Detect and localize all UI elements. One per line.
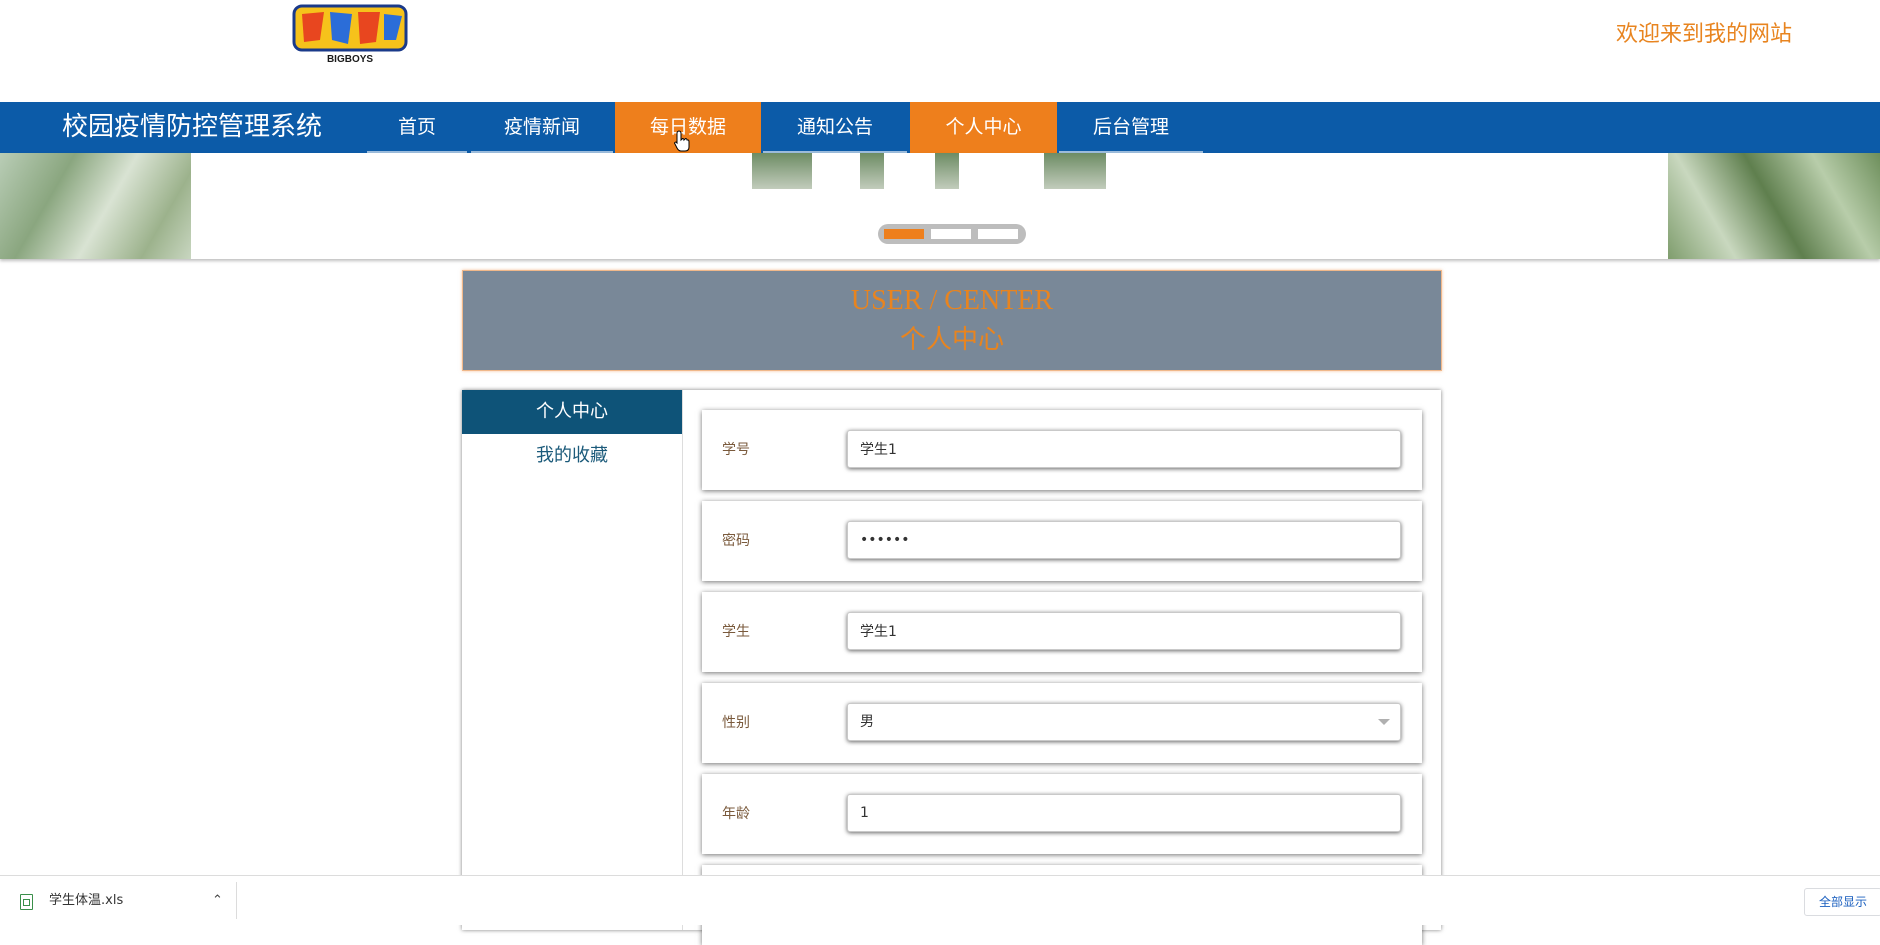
password-input[interactable] xyxy=(847,521,1401,559)
carousel-dot-3[interactable] xyxy=(978,229,1018,239)
site-title: 校园疫情防控管理系统 xyxy=(62,112,323,142)
student-id-label: 学号 xyxy=(722,442,750,458)
student-id-input[interactable] xyxy=(847,430,1401,468)
download-item[interactable]: 学生体温.xls ⌃ xyxy=(16,876,236,925)
carousel-dot-2[interactable] xyxy=(931,229,971,239)
nav-item-admin[interactable]: 后台管理 xyxy=(1059,102,1203,153)
form-row-password: 密码 xyxy=(702,501,1422,581)
form-row-gender: 性别 男 xyxy=(702,683,1422,763)
sidebar-item-favorites[interactable]: 我的收藏 xyxy=(462,434,682,478)
download-divider xyxy=(236,882,237,919)
svg-text:BIGBOYS: BIGBOYS xyxy=(327,54,373,65)
form-row-age: 年龄 xyxy=(702,774,1422,854)
gender-select[interactable]: 男 xyxy=(847,703,1401,741)
form-row-student-id: 学号 xyxy=(702,410,1422,490)
gender-select-value: 男 xyxy=(860,714,874,730)
sidebar-item-profile[interactable]: 个人中心 xyxy=(462,390,682,434)
age-label: 年龄 xyxy=(722,806,750,822)
user-center-panel: 个人中心 我的收藏 学号 密码 学生 性别 男 年龄 xyxy=(462,390,1441,945)
banner-image-left xyxy=(0,153,191,259)
carousel-indicators xyxy=(878,224,1026,244)
top-header: BIGBOYS 欢迎来到我的网站 xyxy=(0,0,1880,102)
banner-text-fragment xyxy=(860,153,884,189)
user-sidebar: 个人中心 我的收藏 xyxy=(462,390,683,930)
banner-carousel xyxy=(0,153,1880,259)
spreadsheet-file-icon xyxy=(20,894,33,910)
main-nav: 校园疫情防控管理系统 首页 疫情新闻 每日数据 通知公告 个人中心 后台管理 xyxy=(0,102,1880,153)
nav-item-notices[interactable]: 通知公告 xyxy=(763,102,907,153)
download-bar: 学生体温.xls ⌃ 全部显示 xyxy=(0,875,1880,925)
banner-text-fragment xyxy=(1044,153,1106,189)
banner-text-fragment xyxy=(752,153,812,189)
show-all-downloads-button[interactable]: 全部显示 xyxy=(1804,888,1880,916)
user-center-title-en: USER / CENTER xyxy=(850,285,1054,316)
form-row-student-name: 学生 xyxy=(702,592,1422,672)
welcome-message: 欢迎来到我的网站 xyxy=(1616,22,1793,47)
carousel-dot-1[interactable] xyxy=(884,229,924,239)
nav-item-user-center[interactable]: 个人中心 xyxy=(910,102,1057,153)
user-center-title-cn: 个人中心 xyxy=(899,325,1004,354)
banner-image-right xyxy=(1668,153,1880,259)
nav-item-home[interactable]: 首页 xyxy=(367,102,467,153)
download-file-name: 学生体温.xls xyxy=(49,893,124,908)
user-center-header: USER / CENTER 个人中心 xyxy=(462,270,1442,371)
age-input[interactable] xyxy=(847,794,1401,832)
banner-text-fragment xyxy=(935,153,959,189)
chevron-down-icon xyxy=(1378,719,1390,725)
student-name-input[interactable] xyxy=(847,612,1401,650)
nav-item-news[interactable]: 疫情新闻 xyxy=(471,102,613,153)
chevron-up-icon[interactable]: ⌃ xyxy=(212,876,223,925)
hand-cursor-icon xyxy=(674,130,690,152)
gender-label: 性别 xyxy=(722,715,750,731)
password-label: 密码 xyxy=(722,533,750,549)
site-logo[interactable]: BIGBOYS xyxy=(284,0,416,68)
student-name-label: 学生 xyxy=(722,624,750,640)
